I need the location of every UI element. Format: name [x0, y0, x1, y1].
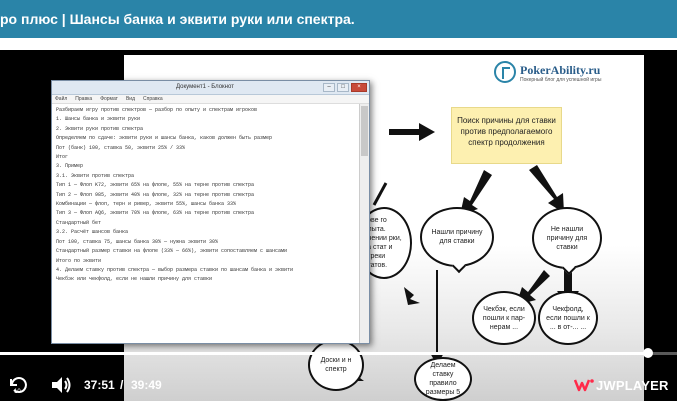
video-title-bar: ро плюс | Шансы банка и эквити руки или … [0, 0, 677, 38]
notepad-text-area[interactable]: Разбираем игру против спектров — разбор … [52, 104, 359, 343]
text-line: Пот 100, ставка 75, шансы банка 30% — ну… [56, 238, 219, 245]
time-separator: / [120, 378, 124, 392]
notepad-title: Документ1 - Блокнот [176, 84, 234, 90]
bubble-check-fold: Чекфолд, если пошли к ... в от-... ... [538, 291, 598, 345]
text-line: 4. Делаем ставку против спектра — выбор … [56, 266, 294, 273]
text-line: 3. Пример [56, 163, 84, 170]
bubble-no-reason: Не нашли причину для ставки [532, 207, 602, 276]
jwplayer-brand: JWPLAYER [596, 377, 669, 393]
text-line: Пот (банк) 100, ставка 50, эквити 25% / … [56, 144, 186, 151]
small-arrow-1 [404, 287, 420, 305]
menu-help[interactable]: Справка [143, 95, 163, 103]
jwplayer-logo[interactable]: JWPLAYER [574, 376, 669, 394]
scrollbar-thumb[interactable] [361, 106, 368, 156]
jwplayer-mark-icon [574, 379, 594, 392]
progress-bar[interactable] [0, 352, 677, 355]
bubble-found-reason: Нашли причину для ставки [420, 207, 494, 274]
rewind-label: 10 [14, 389, 21, 394]
bubble-check-back: Чекбэк, если пошли к пар-нерам ... [472, 291, 536, 345]
text-line: Определяем по сдаче: эквити руки и шансы… [56, 135, 273, 142]
current-time: 37:51 [84, 378, 115, 392]
bubble-check-fold-text: Чекфолд, если пошли к ... в от-... ... [546, 305, 590, 331]
video-title: ро плюс | Шансы банка и эквити руки или … [0, 11, 355, 27]
text-line: Разбираем игру против спектров — разбор … [56, 107, 258, 113]
bubble-found-reason-text: Нашли причину для ставки [431, 229, 483, 245]
text-line: 1. Шансы банка и эквити руки [56, 116, 141, 123]
menu-file[interactable]: Файл [55, 95, 67, 103]
bubble-no-reason-text: Не нашли причину для ставки [546, 225, 588, 251]
text-line: Комбинации — флоп, терн и ривер, эквити … [56, 201, 237, 208]
notepad-menu: Файл Правка Формат Вид Справка [52, 95, 369, 104]
bubble-check-back-text: Чекбэк, если пошли к пар-нерам ... [482, 305, 526, 331]
progress-fill [0, 352, 649, 355]
text-line: Чекбэк или чекфолд, если не нашли причин… [56, 276, 213, 283]
duration: 39:49 [131, 378, 162, 392]
minimize-icon[interactable]: – [323, 83, 335, 92]
spacer [0, 38, 677, 50]
player-controls: 10 37:51 / 39:49 JWPLAYER [0, 362, 677, 401]
progress-knob[interactable] [643, 348, 654, 358]
text-line: 2. Эквити руки против спектра [56, 125, 144, 132]
arrow-down-right [529, 165, 564, 213]
text-line: 3.1. Эквити против спектра [56, 172, 135, 179]
text-line: Итог [56, 154, 69, 161]
volume-icon[interactable] [50, 376, 72, 394]
text-line: Тип 3 — Флоп AQ6, эквити 70% на флопе, 6… [56, 210, 255, 217]
close-icon[interactable]: × [351, 83, 367, 92]
notepad-window[interactable]: Документ1 - Блокнот – □ × Файл Правка Фо… [51, 80, 370, 344]
bubble-left-top-text: зове го опыта. ачении рки, та стат и игр… [364, 217, 402, 269]
maximize-icon[interactable]: □ [337, 83, 349, 92]
rewind-10-icon[interactable]: 10 [8, 376, 28, 394]
left-curve [372, 182, 388, 206]
text-line: Стандартный размер ставки на флопе (33% … [56, 248, 288, 255]
text-line: Итого по эквити [56, 257, 102, 264]
window-controls: – □ × [323, 83, 367, 92]
menu-edit[interactable]: Правка [75, 95, 92, 103]
text-line: Тип 2 — Флоп 985, эквити 40% на флопе, 3… [56, 191, 255, 198]
text-line: Тип 1 — Флоп K72, эквити 65% на флопе, 5… [56, 182, 255, 189]
text-line: 3.2. Расчёт шансов банка [56, 229, 129, 236]
text-line: Стандартный бет [56, 219, 102, 226]
menu-view[interactable]: Вид [126, 95, 135, 103]
video-player[interactable]: PokerAbility.ru Покерный блог для успешн… [0, 50, 677, 401]
notepad-titlebar[interactable]: Документ1 - Блокнот – □ × [52, 81, 369, 95]
menu-format[interactable]: Формат [100, 95, 118, 103]
notepad-scrollbar[interactable] [359, 104, 369, 343]
